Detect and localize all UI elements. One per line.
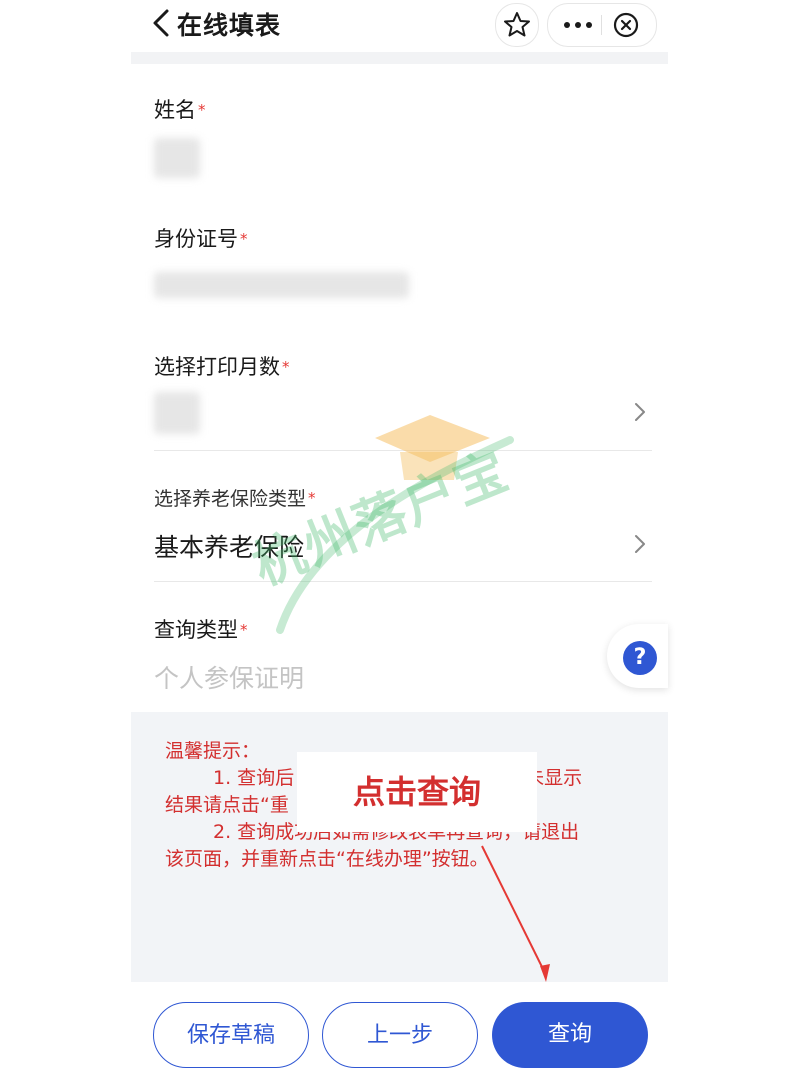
tip-item-2-cont: 该页面，并重新点击“在线办理”按钮。 xyxy=(165,848,489,870)
annotation-text: 点击查询 xyxy=(352,773,481,811)
annotation-callout: 点击查询 xyxy=(297,752,537,832)
divider xyxy=(154,450,652,451)
prev-step-button[interactable]: 上一步 xyxy=(322,1002,478,1068)
header-separator xyxy=(131,52,668,64)
tips-panel: 温馨提示： 1. 查询后 如未显示 结果请点击“重 2. 查询成功后如需修改表单再… xyxy=(131,712,668,982)
print-months-label: 选择打印月数 * xyxy=(154,355,290,379)
mini-program-capsule xyxy=(547,3,657,47)
print-months-value-blurred[interactable] xyxy=(154,392,200,434)
name-label: 姓名 * xyxy=(154,98,206,122)
divider xyxy=(154,581,652,582)
question-icon: ? xyxy=(623,641,657,675)
favorite-button[interactable] xyxy=(495,3,539,47)
id-number-label: 身份证号 * xyxy=(154,227,248,251)
capsule-divider xyxy=(601,15,602,35)
query-button[interactable]: 查询 xyxy=(492,1002,648,1068)
query-type-value[interactable]: 个人参保证明 xyxy=(154,659,304,695)
star-icon xyxy=(504,12,530,37)
chevron-right-icon[interactable] xyxy=(633,401,647,423)
page-title: 在线填表 xyxy=(177,11,282,40)
save-draft-button[interactable]: 保存草稿 xyxy=(153,1002,309,1068)
close-icon[interactable] xyxy=(612,11,640,39)
back-icon[interactable] xyxy=(149,8,175,38)
more-icon[interactable] xyxy=(560,13,596,37)
bottom-action-bar: 保存草稿 上一步 查询 xyxy=(131,982,668,1068)
name-field-blurred[interactable] xyxy=(154,138,200,178)
id-number-field-blurred[interactable] xyxy=(154,272,409,298)
nav-header: 在线填表 xyxy=(131,0,668,52)
help-button[interactable]: ? xyxy=(607,624,668,688)
query-type-label: 查询类型 * xyxy=(154,618,248,642)
chevron-right-icon[interactable] xyxy=(633,533,647,555)
pension-type-label: 选择养老保险类型 * xyxy=(154,488,316,510)
